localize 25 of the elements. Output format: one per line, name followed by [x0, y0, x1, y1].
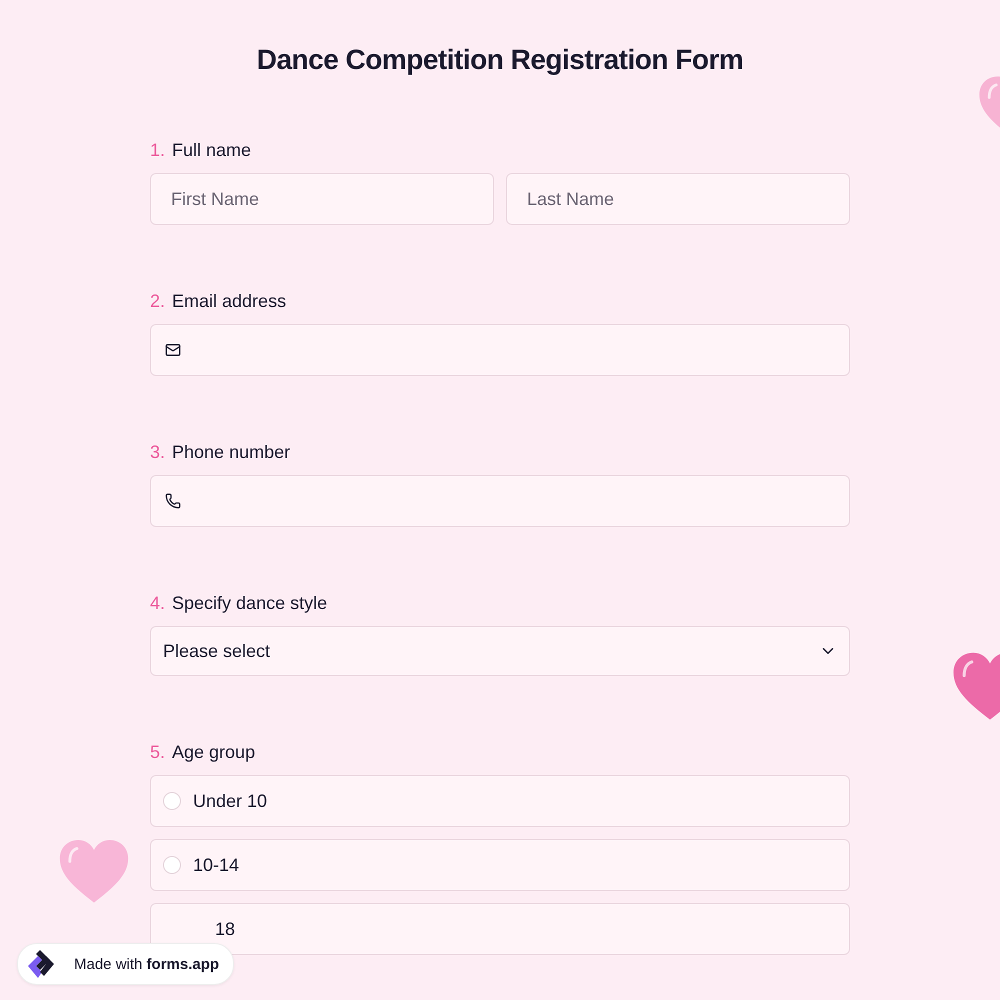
text-field[interactable]: Last Name	[506, 173, 850, 225]
form-title: Dance Competition Registration Form	[256, 44, 744, 76]
text-field[interactable]: First Name	[150, 173, 494, 225]
heart-icon	[58, 840, 130, 904]
question-number: 3.	[150, 442, 166, 463]
question-label: Specify dance style	[172, 593, 328, 614]
mail-icon	[165, 342, 181, 358]
radio-button[interactable]	[163, 792, 181, 810]
radio-option[interactable]: 10-14	[150, 839, 850, 891]
question-number: 2.	[150, 291, 166, 312]
radio-option[interactable]: 18	[150, 903, 850, 955]
radio-option[interactable]: Under 10	[150, 775, 850, 827]
question-number: 4.	[150, 593, 166, 614]
question-label: Email address	[172, 291, 286, 312]
question-label: Full name	[172, 140, 252, 161]
email-field[interactable]	[150, 324, 850, 376]
phone-icon	[165, 493, 181, 509]
made-with-badge[interactable]: Made with forms.app	[17, 943, 234, 985]
question-label: Age group	[172, 742, 256, 763]
question-label: Phone number	[172, 442, 290, 463]
dropdown[interactable]: Please select	[150, 626, 850, 676]
phone-field[interactable]	[150, 475, 850, 527]
radio-button[interactable]	[163, 856, 181, 874]
question-number: 5.	[150, 742, 166, 763]
question-number: 1.	[150, 140, 166, 161]
